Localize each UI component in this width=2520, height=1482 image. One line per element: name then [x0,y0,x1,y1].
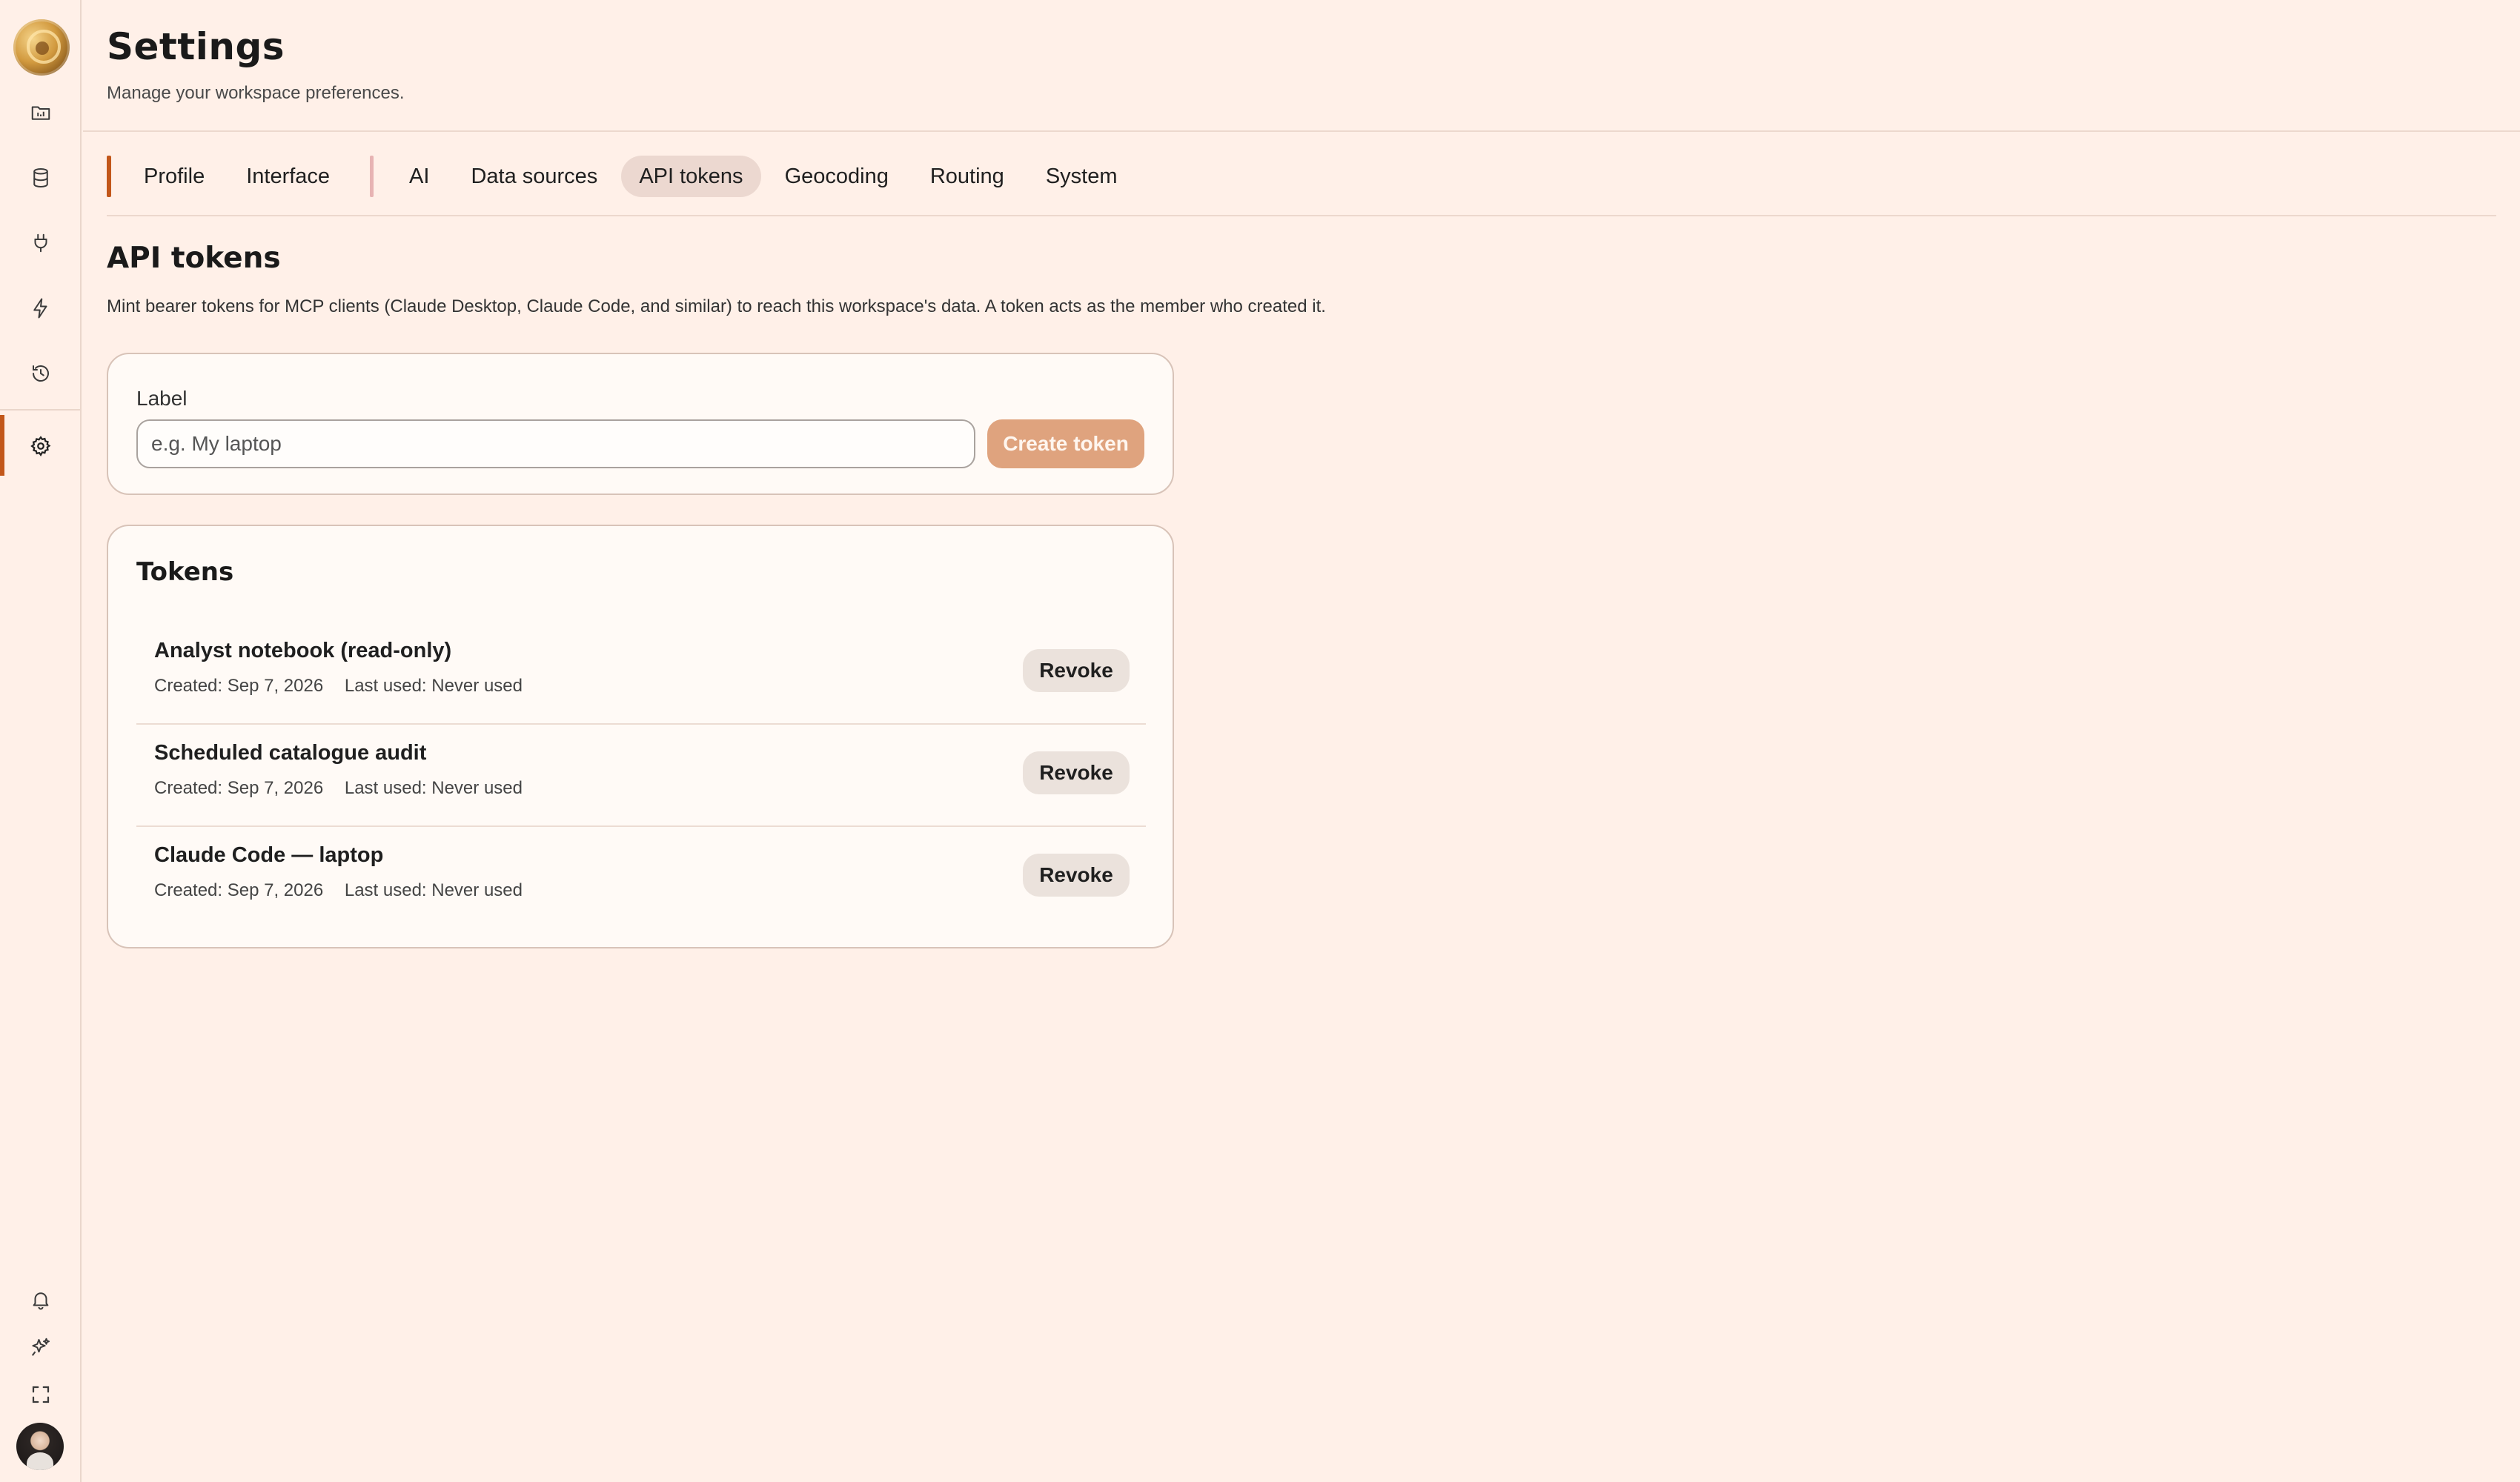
token-meta: Created: Sep 7, 2026 Last used: Never us… [154,778,523,799]
page-title: Settings [107,25,285,68]
token-meta: Created: Sep 7, 2026 Last used: Never us… [154,676,523,697]
revoke-button[interactable]: Revoke [1023,751,1130,794]
database-icon[interactable] [24,162,57,194]
token-row: Scheduled catalogue audit Created: Sep 7… [136,725,1146,827]
tab-geocoding[interactable]: Geocoding [767,156,906,197]
sidebar [0,0,82,1482]
token-meta: Created: Sep 7, 2026 Last used: Never us… [154,880,523,901]
token-created: Created: Sep 7, 2026 [154,676,324,696]
token-name: Scheduled catalogue audit [154,741,427,765]
history-icon[interactable] [24,357,57,390]
token-list: Analyst notebook (read-only) Created: Se… [136,622,1146,929]
token-last-used: Last used: Never used [344,778,523,798]
tokens-card: Tokens Analyst notebook (read-only) Crea… [107,525,1174,948]
tab-api-tokens[interactable]: API tokens [621,156,761,197]
app-window: Settings Manage your workspace preferenc… [0,0,2520,1482]
plug-icon[interactable] [24,227,57,259]
label-field-label: Label [136,387,188,410]
page-subtitle: Manage your workspace preferences. [107,83,405,103]
tab-ai[interactable]: AI [391,156,447,197]
settings-tabs: Profile Interface AI Data sources API to… [107,156,1141,197]
create-token-card: Label Create token [107,353,1174,495]
expand-icon[interactable] [24,1378,57,1411]
folder-icon[interactable] [24,96,57,129]
revoke-button[interactable]: Revoke [1023,649,1130,692]
token-row: Claude Code — laptop Created: Sep 7, 202… [136,827,1146,929]
tab-group-separator [370,156,374,197]
lightning-icon[interactable] [24,292,57,325]
sidebar-divider [0,409,82,411]
token-name: Claude Code — laptop [154,843,384,867]
tab-data-sources[interactable]: Data sources [453,156,615,197]
gear-icon[interactable] [24,430,57,462]
header-divider [83,130,2520,132]
active-indicator [0,415,4,476]
section-title: API tokens [107,242,281,275]
tab-group-marker [107,156,111,197]
main-content: Settings Manage your workspace preferenc… [83,0,2520,1482]
tokens-card-title: Tokens [136,557,234,587]
token-created: Created: Sep 7, 2026 [154,880,324,900]
tab-profile[interactable]: Profile [126,156,222,197]
app-logo[interactable] [13,19,70,76]
token-created: Created: Sep 7, 2026 [154,778,324,798]
token-name: Analyst notebook (read-only) [154,639,452,662]
tab-routing[interactable]: Routing [912,156,1022,197]
tab-system[interactable]: System [1028,156,1135,197]
revoke-button[interactable]: Revoke [1023,854,1130,897]
token-last-used: Last used: Never used [344,676,523,696]
user-avatar[interactable] [16,1423,64,1470]
bell-icon[interactable] [24,1283,57,1316]
create-token-button[interactable]: Create token [987,419,1144,468]
tabs-divider [107,215,2496,216]
page-header: Settings Manage your workspace preferenc… [107,25,405,104]
sparkle-icon[interactable] [24,1331,57,1363]
tab-interface[interactable]: Interface [228,156,348,197]
token-row: Analyst notebook (read-only) Created: Se… [136,622,1146,725]
section-description: Mint bearer tokens for MCP clients (Clau… [107,296,1326,316]
token-label-input[interactable] [136,419,975,468]
token-last-used: Last used: Never used [344,880,523,900]
